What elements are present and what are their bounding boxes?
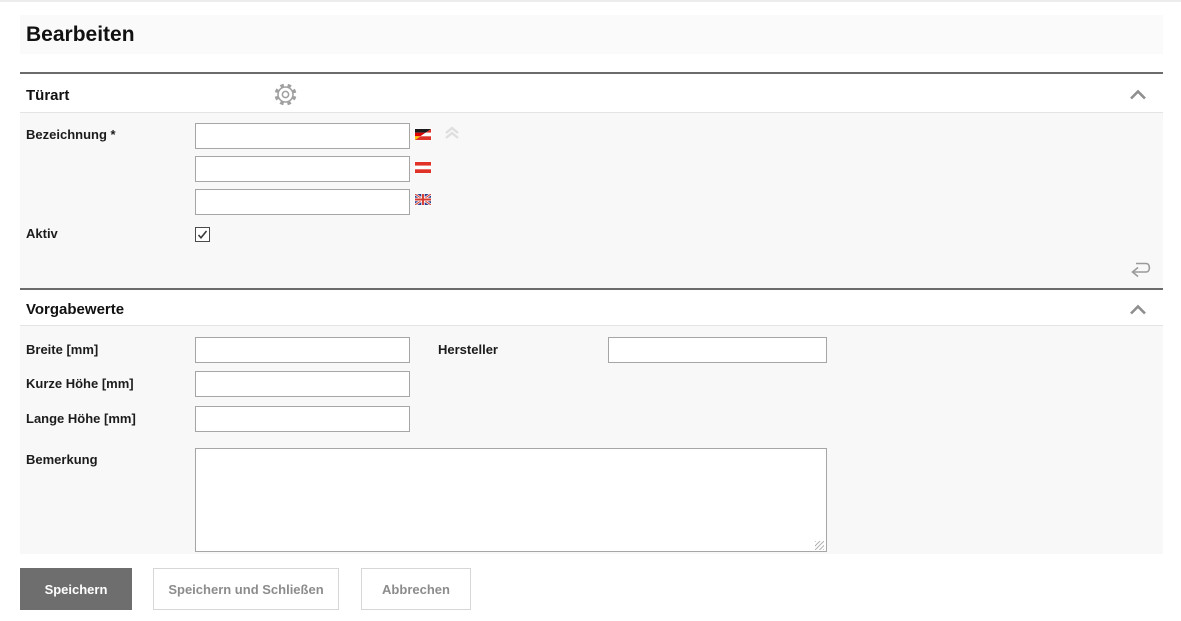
- divider-dark: [20, 288, 1163, 290]
- flag-united-kingdom-icon: [414, 193, 432, 206]
- collapse-languages-icon: [442, 124, 462, 147]
- save-button[interactable]: Speichern: [20, 568, 132, 610]
- section-title-tuerart: Türart: [26, 87, 70, 104]
- collapse-section-vorgabewerte-button[interactable]: [1128, 301, 1148, 317]
- bezeichnung-input-de[interactable]: [195, 123, 410, 149]
- bezeichnung-label: Bezeichnung *: [26, 127, 116, 142]
- collapse-section-tuerart-button[interactable]: [1128, 86, 1148, 102]
- kurze-hoehe-label: Kurze Höhe [mm]: [26, 376, 134, 391]
- aktiv-checkbox[interactable]: [195, 227, 210, 242]
- cancel-button[interactable]: Abbrechen: [361, 568, 471, 610]
- revert-button[interactable]: [1126, 257, 1154, 279]
- hersteller-label: Hersteller: [438, 342, 498, 357]
- hersteller-input[interactable]: [608, 337, 827, 363]
- kurze-hoehe-input[interactable]: [195, 371, 410, 397]
- gear-icon: [273, 83, 298, 110]
- bezeichnung-input-en[interactable]: [195, 189, 410, 215]
- flag-germany-austria-icon: [415, 129, 431, 140]
- chevron-up-icon: [1128, 89, 1148, 105]
- bemerkung-textarea[interactable]: [195, 448, 827, 552]
- checkmark-icon: [197, 230, 208, 240]
- flag-austria-icon: [415, 162, 431, 173]
- textarea-resize-handle[interactable]: [815, 541, 824, 550]
- page-title: Bearbeiten: [26, 23, 135, 46]
- divider-dark: [20, 72, 1163, 74]
- lange-hoehe-input[interactable]: [195, 406, 410, 432]
- bezeichnung-input-at[interactable]: [195, 156, 410, 182]
- bemerkung-label: Bemerkung: [26, 452, 98, 467]
- lange-hoehe-label: Lange Höhe [mm]: [26, 411, 136, 426]
- save-and-close-button[interactable]: Speichern und Schließen: [153, 568, 339, 610]
- section-body-tuerart: [20, 113, 1163, 288]
- undo-arrow-icon: [1126, 262, 1154, 282]
- aktiv-label: Aktiv: [26, 226, 58, 241]
- edit-form-page: Bearbeiten Türart Bezeichnung * Aktiv Vo…: [0, 0, 1181, 621]
- page-title-bar: [20, 15, 1163, 54]
- chevron-up-icon: [1128, 304, 1148, 320]
- section-title-vorgabewerte: Vorgabewerte: [26, 301, 125, 318]
- breite-input[interactable]: [195, 337, 410, 363]
- breite-label: Breite [mm]: [26, 342, 99, 357]
- settings-button[interactable]: [273, 82, 298, 107]
